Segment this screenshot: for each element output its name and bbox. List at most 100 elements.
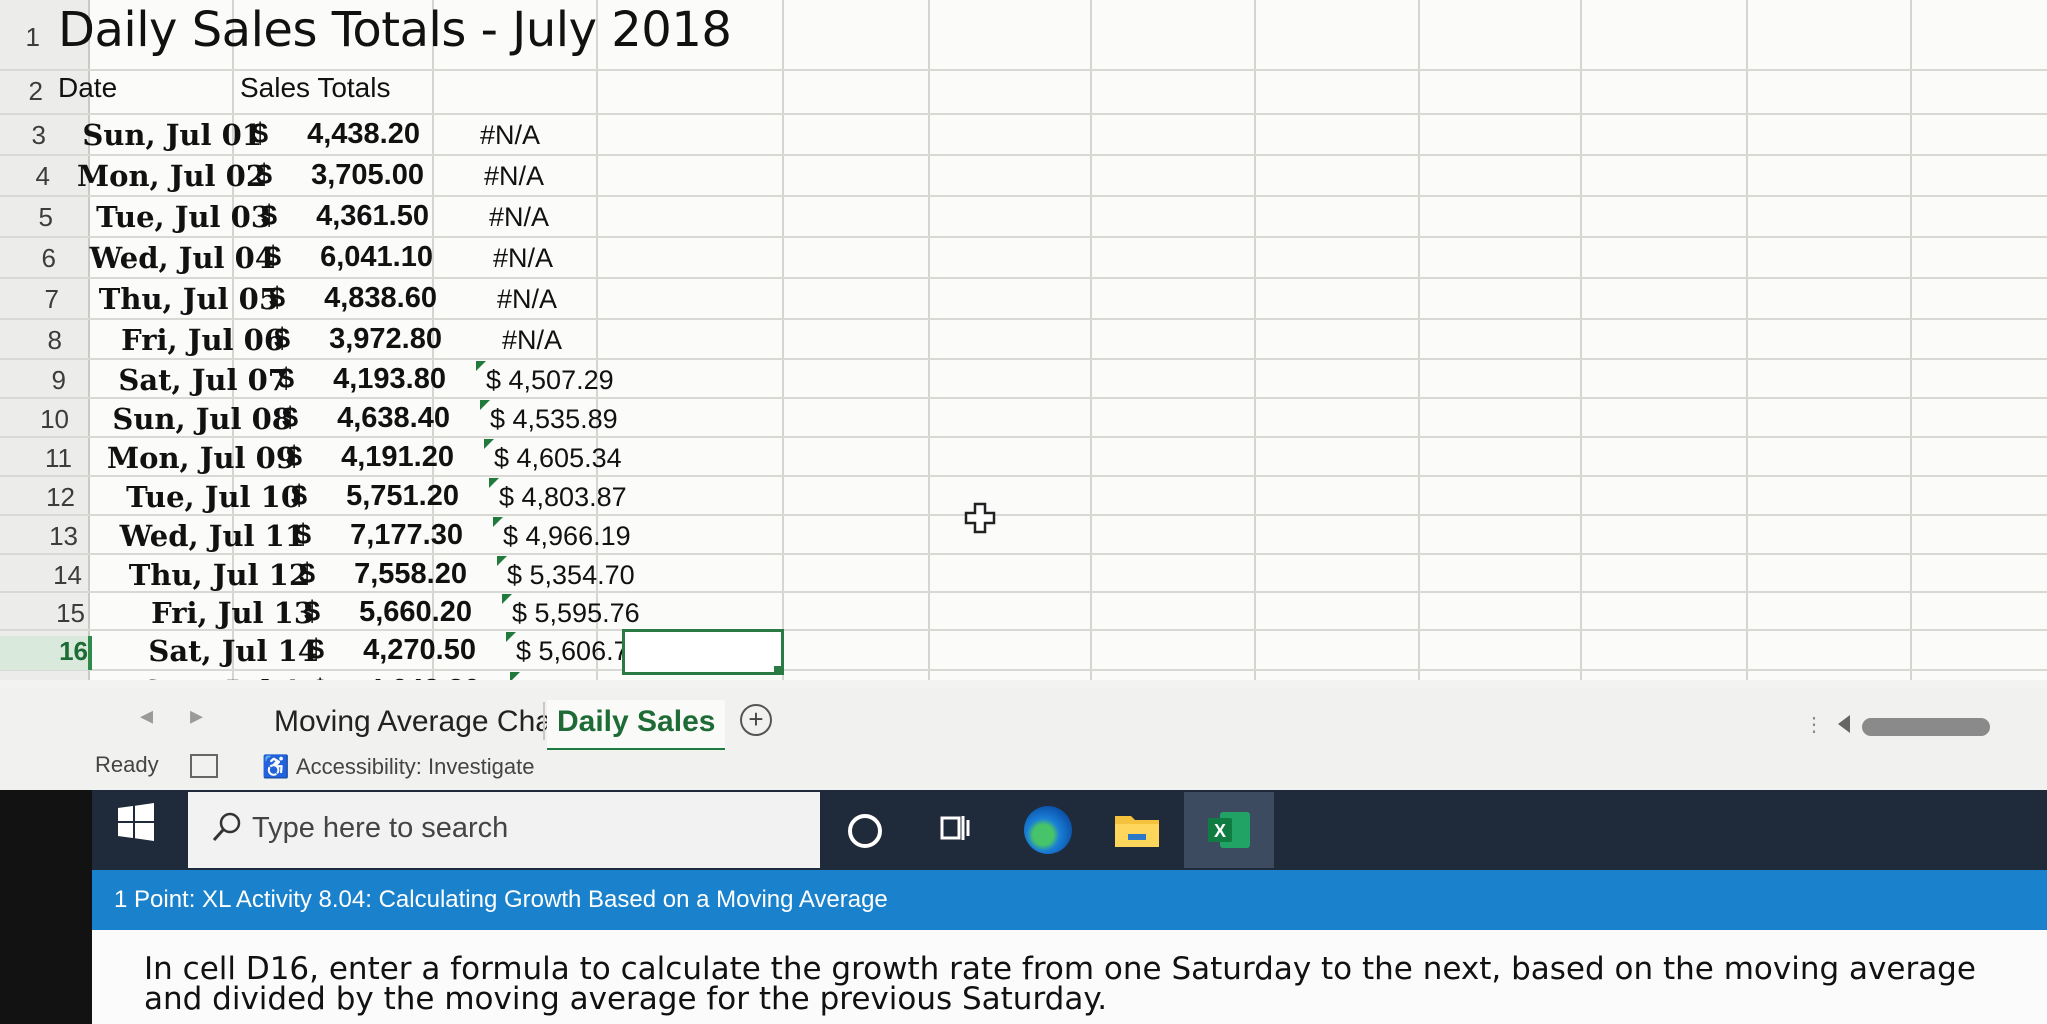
- sheet-title[interactable]: Daily Sales Totals - July 2018: [58, 2, 732, 58]
- moving-average-cell[interactable]: #N/A: [462, 325, 602, 356]
- moving-average-cell[interactable]: #N/A: [440, 120, 580, 151]
- sales-amount-cell[interactable]: 4,270.50: [344, 634, 476, 667]
- currency-symbol[interactable]: $: [261, 200, 277, 233]
- row-header[interactable]: 4: [0, 161, 50, 196]
- currency-symbol[interactable]: $: [308, 634, 324, 667]
- currency-symbol[interactable]: $: [256, 159, 272, 192]
- fill-handle[interactable]: [774, 666, 782, 674]
- sales-amount-cell[interactable]: 7,177.30: [331, 519, 463, 552]
- date-cell[interactable]: Mon, Jul 02: [76, 159, 266, 193]
- horizontal-scrollbar-thumb[interactable]: [1862, 718, 1990, 736]
- moving-average-cell[interactable]: $ 5,354.70: [507, 560, 635, 591]
- macro-recording-icon[interactable]: [190, 754, 218, 778]
- currency-symbol[interactable]: $: [274, 323, 290, 356]
- row-header[interactable]: 12: [0, 482, 75, 515]
- row-header[interactable]: 11: [0, 443, 72, 476]
- row-header[interactable]: 7: [0, 284, 59, 319]
- currency-symbol[interactable]: $: [299, 558, 315, 591]
- date-cell[interactable]: Tue, Jul 10: [111, 480, 301, 514]
- date-cell[interactable]: Fri, Jul 13: [124, 596, 314, 630]
- date-cell[interactable]: Mon, Jul 09: [106, 441, 296, 475]
- row-header[interactable]: 6: [0, 243, 56, 278]
- windows-start-icon[interactable]: [116, 802, 156, 842]
- date-cell[interactable]: Sun, Jul 08: [102, 402, 292, 436]
- date-cell[interactable]: Wed, Jul 04: [85, 241, 275, 275]
- moving-average-cell[interactable]: #N/A: [453, 243, 593, 274]
- error-indicator-icon[interactable]: [489, 478, 499, 488]
- date-cell[interactable]: Sun, Jul 01: [72, 118, 262, 152]
- selected-cell-d16[interactable]: [622, 629, 784, 675]
- sales-amount-cell[interactable]: 4,638.40: [318, 402, 450, 435]
- moving-average-cell[interactable]: $ 5,595.76: [512, 598, 640, 629]
- add-sheet-button[interactable]: +: [740, 704, 772, 736]
- row-header[interactable]: 13: [0, 521, 78, 554]
- moving-average-cell[interactable]: #N/A: [457, 284, 597, 315]
- row-header[interactable]: 14: [0, 560, 82, 592]
- date-cell[interactable]: Tue, Jul 03: [81, 200, 271, 234]
- header-sales-totals[interactable]: Sales Totals: [240, 72, 390, 104]
- error-indicator-icon[interactable]: [506, 632, 516, 642]
- sales-amount-cell[interactable]: 7,558.20: [335, 558, 467, 591]
- sales-amount-cell[interactable]: 5,660.20: [340, 596, 472, 629]
- sales-amount-cell[interactable]: 4,438.20: [288, 118, 420, 151]
- edge-browser-icon[interactable]: [1024, 806, 1072, 854]
- cortana-icon[interactable]: [848, 814, 882, 848]
- error-indicator-icon[interactable]: [510, 672, 520, 680]
- error-indicator-icon[interactable]: [480, 400, 490, 410]
- error-indicator-icon[interactable]: [502, 594, 512, 604]
- currency-symbol[interactable]: $: [291, 480, 307, 513]
- date-cell[interactable]: Thu, Jul 12: [119, 558, 309, 592]
- row-header[interactable]: 17: [0, 676, 91, 680]
- sales-amount-cell[interactable]: 6,041.10: [301, 241, 433, 274]
- date-cell[interactable]: Fri, Jul 06: [94, 323, 284, 357]
- currency-symbol[interactable]: $: [282, 402, 298, 435]
- tab-moving-average-chart[interactable]: Moving Average Chart: [264, 700, 580, 748]
- moving-average-cell[interactable]: $ 4,507.29: [486, 365, 614, 396]
- row-header[interactable]: 10: [0, 404, 69, 437]
- cell-grid[interactable]: 1234567891011121314151617DateSales Total…: [0, 0, 2047, 680]
- moving-average-cell[interactable]: $ 4,535.89: [490, 404, 618, 435]
- task-view-icon[interactable]: [940, 812, 970, 844]
- currency-symbol[interactable]: $: [304, 596, 320, 629]
- date-cell[interactable]: Sun, Jul 15: [132, 674, 322, 680]
- scroll-splitter-icon[interactable]: ⋮: [1804, 712, 1824, 737]
- error-indicator-icon[interactable]: [497, 556, 507, 566]
- scroll-left-arrow-icon[interactable]: [1838, 715, 1850, 733]
- error-indicator-icon[interactable]: [484, 439, 494, 449]
- row-header[interactable]: 8: [0, 325, 62, 359]
- row-header[interactable]: 5: [0, 202, 53, 237]
- currency-symbol[interactable]: $: [286, 441, 302, 474]
- date-cell[interactable]: Wed, Jul 11: [115, 519, 305, 553]
- sales-amount-cell[interactable]: 3,972.80: [310, 323, 442, 356]
- moving-average-cell[interactable]: $ 4,966.19: [503, 521, 631, 552]
- currency-symbol[interactable]: $: [312, 674, 328, 680]
- currency-symbol[interactable]: $: [295, 519, 311, 552]
- moving-average-cell[interactable]: $ 4,803.87: [499, 482, 627, 513]
- error-indicator-icon[interactable]: [476, 361, 486, 371]
- sales-amount-cell[interactable]: 4,361.50: [297, 200, 429, 233]
- excel-taskbar-button[interactable]: X: [1184, 792, 1274, 868]
- row-header[interactable]: 15: [0, 598, 85, 630]
- tab-scroll-left-button[interactable]: ◂: [140, 700, 153, 731]
- sales-amount-cell[interactable]: 5,751.20: [327, 480, 459, 513]
- tab-scroll-right-button[interactable]: ▸: [190, 700, 203, 731]
- sales-amount-cell[interactable]: 4,191.20: [322, 441, 454, 474]
- tab-daily-sales[interactable]: Daily Sales: [547, 700, 726, 752]
- sales-amount-cell[interactable]: 4,642.30: [348, 674, 480, 680]
- moving-average-cell[interactable]: #N/A: [449, 202, 589, 233]
- taskbar-search-box[interactable]: Type here to search: [188, 792, 820, 868]
- accessibility-icon[interactable]: ♿: [262, 754, 289, 780]
- row-header[interactable]: 16: [0, 636, 92, 670]
- header-date[interactable]: Date: [58, 72, 117, 104]
- date-cell[interactable]: Sat, Jul 14: [128, 634, 318, 668]
- file-explorer-icon[interactable]: [1114, 812, 1160, 848]
- moving-average-cell[interactable]: #N/A: [444, 161, 584, 192]
- accessibility-status[interactable]: Accessibility: Investigate: [296, 752, 534, 782]
- moving-average-cell[interactable]: $ 4,605.34: [494, 443, 622, 474]
- row-header[interactable]: 2: [0, 76, 43, 114]
- date-cell[interactable]: Thu, Jul 05: [89, 282, 279, 316]
- sales-amount-cell[interactable]: 4,838.60: [305, 282, 437, 315]
- currency-symbol[interactable]: $: [278, 363, 294, 396]
- currency-symbol[interactable]: $: [265, 241, 281, 274]
- moving-average-cell[interactable]: $ 5,607.27: [520, 676, 648, 680]
